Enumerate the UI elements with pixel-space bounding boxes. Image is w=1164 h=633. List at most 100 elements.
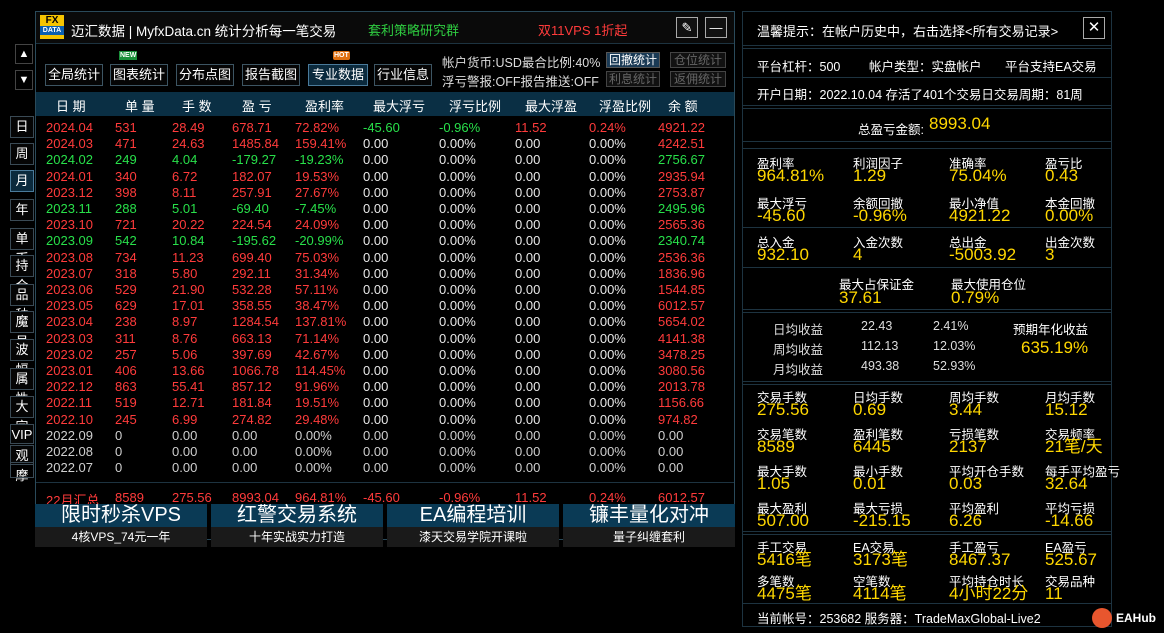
average-returns: 预期年化收益 635.19% 日均收益 22.43 2.41% 周均收益 112.13 1… [743,312,1111,382]
ad-1-subtitle[interactable]: 十年实战实力打造 [211,527,383,547]
table-row[interactable]: 2023.07 318 5.80 292.11 31.34% 0.00 0.00% 0.00 0… [36,266,734,282]
side-button-3[interactable]: 年 [10,199,34,221]
table-row[interactable]: 2023.05 629 17.01 358.55 38.47% 0.00 0.00% 0.00… [36,298,734,314]
side-button-6[interactable]: 品种 [10,284,34,322]
ad-1-title[interactable]: 红警交易系统 [211,504,383,527]
cell-date: 2023.05 [46,298,93,314]
ad-2-title[interactable]: EA编程培训 [387,504,559,527]
table-row[interactable]: 2023.03 311 8.76 663.13 71.14% 0.00 0.00% 0.00 0… [36,331,734,347]
header-rate[interactable]: 盈利率 [305,96,344,115]
close-icon[interactable]: ✕ [1083,17,1105,39]
stat-value: 21笔/天 [1045,437,1103,456]
position-stats-button[interactable]: 仓位统计 [670,52,726,68]
chart-stats-button[interactable]: 图表统计 NEW [110,51,168,86]
table-row[interactable]: 2022.09 0 0.00 0.00 0.00% 0.00 0.00% 0.00 0.00% 0… [36,428,734,444]
header-lots[interactable]: 手 数 [182,96,212,115]
leverage-text: 平台杠杆：500 [757,60,841,74]
profit-stats-button[interactable]: 利息统计 [606,71,660,87]
table-row[interactable]: 2023.11 288 5.01 -69.40 -7.45% 0.00 0.00% 0.00 0… [36,201,734,217]
cell-gainratio: 0.00% [589,427,626,443]
table-row[interactable]: 2022.11 519 12.71 181.84 19.51% 0.00 0.00% 0.00… [36,395,734,411]
table-row[interactable]: 2023.01 406 13.66 1066.78 114.45% 0.00 0.00% 0.… [36,363,734,379]
header-lossratio[interactable]: 浮亏比例 [449,96,501,115]
cell-date: 2023.07 [46,265,93,281]
scroll-up-button[interactable]: ▲ [15,44,33,64]
ad-3-subtitle[interactable]: 量子纠缠套利 [563,527,735,547]
stat-value: 0.69 [853,400,887,419]
header-balance[interactable]: 余 额 [668,96,698,115]
side-button-11[interactable]: VIP [10,424,34,444]
header-maxloss[interactable]: 最大浮亏 [373,96,425,115]
table-row[interactable]: 2023.02 257 5.06 397.69 42.67% 0.00 0.00% 0.00 0… [36,347,734,363]
daily-percent: 2.41% [933,319,969,333]
side-button-1[interactable]: 周 [10,143,34,165]
cell-balance: 2756.67 [658,152,705,168]
table-row[interactable]: 2022.10 245 6.99 274.82 29.48% 0.00 0.00% 0.00 0… [36,412,734,428]
side-button-2[interactable]: 月 [10,170,34,192]
pro-data-button[interactable]: 专业数据 HOT [308,51,368,86]
table-row[interactable]: 2022.08 0 0.00 0.00 0.00% 0.00 0.00% 0.00 0.00% 0… [36,444,734,460]
header-date[interactable]: 日 期 [56,96,86,115]
cell-pnl: -69.40 [232,201,269,216]
cell-lossratio: 0.00% [439,152,476,168]
vps-promo-link[interactable]: 双11VPS 1折起 [538,20,627,39]
header-orders[interactable]: 单 量 [125,96,155,115]
cell-maxgain: 11.52 [515,120,547,135]
side-button-5[interactable]: 持仓 [10,255,34,293]
side-button-8[interactable]: 波幅 [10,339,34,377]
header-gainratio[interactable]: 浮盈比例 [599,96,651,115]
toolbar: 全局统计 图表统计 NEW 分布点图 报告截图 专业数据 HOT 行业信息 帐户… [36,46,734,90]
sidebar-more-icon[interactable]: ⌄ [10,462,34,478]
side-button-9[interactable]: 属性 [10,368,34,406]
withdraw-stats-button[interactable]: 回撤统计 [606,52,660,68]
global-stats-button[interactable]: 全局统计 [45,64,103,86]
account-type-text: 帐户类型：实盘帐户 [869,60,982,74]
cell-lots: 5.01 [172,201,198,216]
header-pnl[interactable]: 盈 亏 [242,96,272,115]
cell-gainratio: 0.00% [589,184,626,200]
stat-value: 0.03 [949,474,983,493]
cell-orders: 257 [115,346,137,362]
cell-orders: 0 [115,460,123,476]
pencil-icon[interactable]: ✎ [676,17,698,38]
header-maxgain[interactable]: 最大浮盈 [525,96,577,115]
table-row[interactable]: 2023.09 542 10.84 -195.62 -20.99% 0.00 0.00% 0.… [36,233,734,249]
cell-orders: 288 [115,201,137,216]
industry-info-button[interactable]: 行业信息 [374,64,432,86]
cell-pnl: 1485.84 [232,136,279,152]
table-row[interactable]: 2023.10 721 20.22 224.54 24.09% 0.00 0.00% 0.00… [36,217,734,233]
report-screenshot-button[interactable]: 报告截图 [242,64,300,86]
side-button-7[interactable]: 魔号 [10,311,34,349]
group-link[interactable]: 套利策略研究群 [368,20,459,39]
cell-rate: 137.81% [295,314,347,330]
table-row[interactable]: 2024.04 531 28.49 678.71 72.82% -45.60 -0.96% 1… [36,120,734,136]
table-row[interactable]: 2023.08 734 11.23 699.40 75.03% 0.00 0.00% 0.00… [36,250,734,266]
open-info-row: 开户日期：2022.10.04 存活了401个交易日交易周期：81周 [743,78,1111,106]
cell-balance: 1156.66 [658,395,705,411]
scroll-down-button[interactable]: ▼ [15,70,33,90]
rebate-stats-button[interactable]: 返佣统计 [670,71,726,87]
ad-2-subtitle[interactable]: 漆天交易学院开课啦 [387,527,559,547]
stat-value: 3.44 [949,400,983,419]
table-row[interactable]: 2022.07 0 0.00 0.00 0.00% 0.00 0.00% 0.00 0.00% 0… [36,460,734,476]
ad-3-title[interactable]: 镰丰量化对冲 [563,504,735,527]
side-button-4[interactable]: 单币 [10,228,34,266]
side-button-10[interactable]: 大字 [10,396,34,434]
side-button-0[interactable]: 日 [10,116,34,138]
table-row[interactable]: 2024.02 249 4.04 -179.27 -19.23% 0.00 0.00% 0.0… [36,152,734,168]
table-row[interactable]: 2023.06 529 21.90 532.28 57.11% 0.00 0.00% 0.00… [36,282,734,298]
ad-0-title[interactable]: 限时秒杀VPS [35,504,207,527]
distribution-chart-button[interactable]: 分布点图 [176,64,234,86]
table-row[interactable]: 2023.04 238 8.97 1284.54 137.81% 0.00 0.00% 0.0… [36,314,734,330]
cell-gainratio: 0.00% [589,460,626,476]
table-row[interactable]: 2024.03 471 24.63 1485.84 159.41% 0.00 0.00% 0.… [36,136,734,152]
table-row[interactable]: 2022.12 863 55.41 857.12 91.96% 0.00 0.00% 0.00… [36,379,734,395]
ad-0-subtitle[interactable]: 4核VPS_74元一年 [35,527,207,547]
table-row[interactable]: 2024.01 340 6.72 182.07 19.53% 0.00 0.00% 0.00 0… [36,169,734,185]
cell-gainratio: 0.00% [589,330,626,346]
stat-value: 275.56 [757,400,809,419]
minimize-icon[interactable]: — [705,17,727,38]
cell-lossratio: 0.00% [439,217,476,233]
table-row[interactable]: 2023.12 398 8.11 257.91 27.67% 0.00 0.00% 0.00 0… [36,185,734,201]
cell-maxloss: -45.60 [363,120,400,135]
